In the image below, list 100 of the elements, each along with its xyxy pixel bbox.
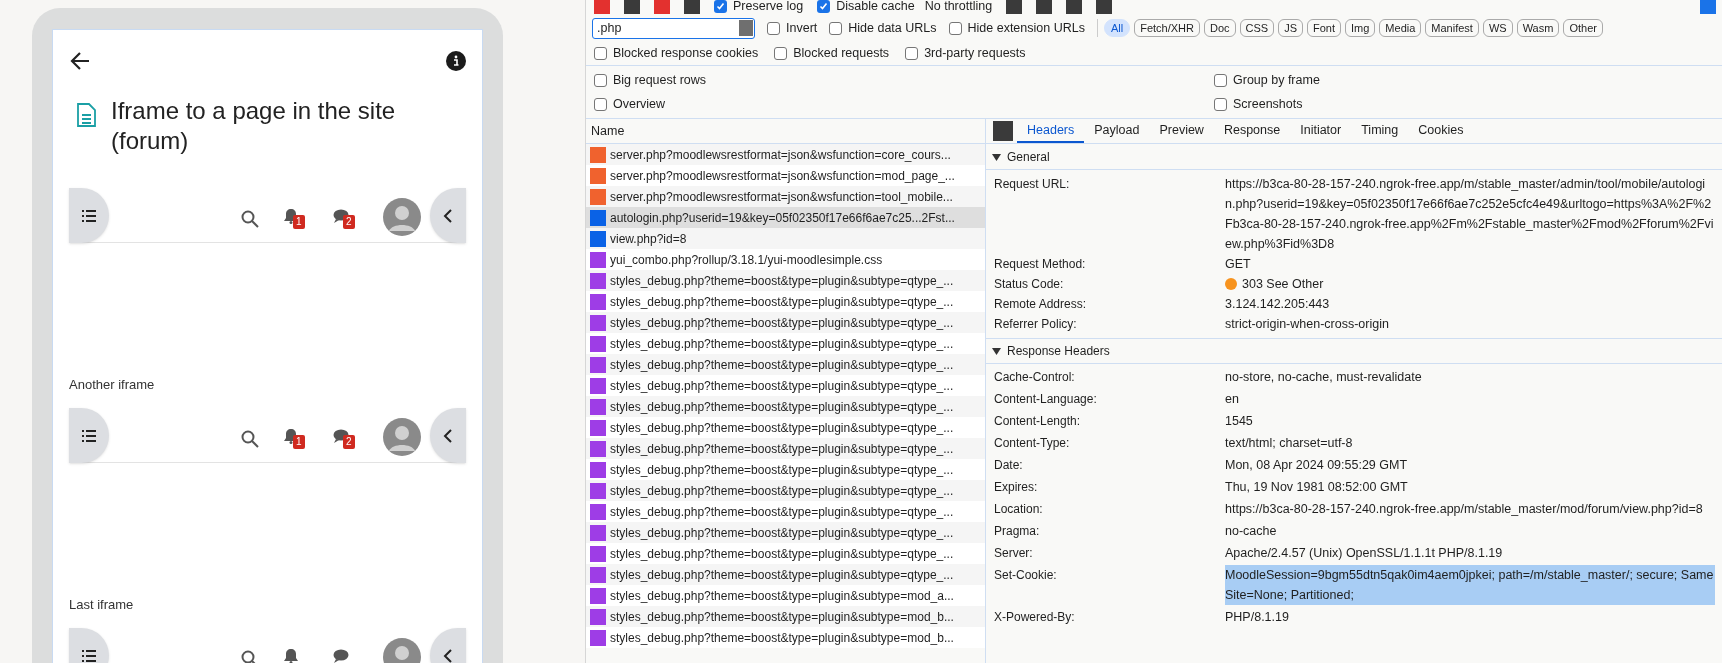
checkbox[interactable] xyxy=(948,21,962,35)
page-title: Iframe to a page in the site (forum) xyxy=(111,96,397,156)
type-filter-button[interactable]: CSS xyxy=(1239,19,1275,37)
checkbox-label: Hide data URLs xyxy=(848,19,937,37)
checkbox[interactable] xyxy=(829,21,843,35)
panel-tab[interactable]: Payload xyxy=(1084,119,1150,143)
type-filter-button[interactable]: Font xyxy=(1307,19,1341,37)
type-filter-button[interactable]: Other xyxy=(1563,19,1603,37)
section-header[interactable]: Response Headers xyxy=(986,338,1722,364)
request-row[interactable]: server.php?moodlewsrestformat=json&wsfunction=tool_mobile... xyxy=(586,186,985,207)
list-icon xyxy=(82,209,96,222)
avatar xyxy=(383,418,421,456)
notification-badge: 2 xyxy=(343,215,355,229)
request-row[interactable]: yui_combo.php?rollup/3.18.1/yui-moodlesimple.css xyxy=(586,249,985,270)
section-header[interactable]: General xyxy=(986,144,1722,170)
notification-badge: 2 xyxy=(343,435,355,449)
file-type-icon xyxy=(590,419,606,436)
chevron-left-icon xyxy=(443,648,453,663)
request-row[interactable]: styles_debug.php?theme=boost&type=plugin&subtype=qtype_... xyxy=(586,564,985,585)
panel-tab[interactable]: Cookies xyxy=(1408,119,1474,143)
header-value: MoodleSession=9bgm55dtn5qak0im4aem0jpkei; path=/m/stable_master/; secure; SameSite=None; Partitioned; xyxy=(1225,565,1715,605)
drawer-button[interactable] xyxy=(69,408,109,463)
request-row[interactable]: styles_debug.php?theme=boost&type=plugin&subtype=qtype_... xyxy=(586,522,985,543)
file-type-icon xyxy=(590,188,606,205)
header-value: en xyxy=(1225,391,1240,408)
header-value: 303 See Other xyxy=(1225,274,1715,294)
request-row[interactable]: server.php?moodlewsrestformat=json&wsfunction=mod_page_... xyxy=(586,165,985,186)
type-filter-button[interactable]: Wasm xyxy=(1516,19,1560,37)
file-type-icon xyxy=(590,503,606,520)
file-type-icon xyxy=(590,356,606,373)
checkbox[interactable] xyxy=(905,47,919,60)
request-row[interactable]: server.php?moodlewsrestformat=json&wsfunction=core_cours... xyxy=(586,144,985,165)
file-type-icon xyxy=(590,566,606,583)
drawer-button[interactable] xyxy=(69,188,109,243)
list-icon xyxy=(82,429,96,442)
request-row[interactable]: styles_debug.php?theme=boost&type=plugin&subtype=mod_a... xyxy=(586,585,985,606)
request-row[interactable]: styles_debug.php?theme=boost&type=plugin&subtype=qtype_... xyxy=(586,501,985,522)
request-row[interactable]: styles_debug.php?theme=boost&type=plugin&subtype=qtype_... xyxy=(586,354,985,375)
request-row[interactable]: styles_debug.php?theme=boost&type=plugin&subtype=mod_b... xyxy=(586,606,985,627)
request-row[interactable]: styles_debug.php?theme=boost&type=plugin&subtype=qtype_... xyxy=(586,480,985,501)
request-row[interactable]: autologin.php?userid=19&key=05f02350f17e66f6ae7c25...2Fst... xyxy=(586,207,985,228)
type-filter-button[interactable]: Fetch/XHR xyxy=(1134,19,1200,37)
request-row[interactable]: styles_debug.php?theme=boost&type=plugin&subtype=qtype_... xyxy=(586,312,985,333)
notification-badge: 1 xyxy=(293,215,305,229)
request-row[interactable]: styles_debug.php?theme=boost&type=plugin&subtype=qtype_... xyxy=(586,375,985,396)
request-row[interactable]: styles_debug.php?theme=boost&type=plugin&subtype=qtype_... xyxy=(586,396,985,417)
checkbox[interactable] xyxy=(714,0,727,13)
header-name: Remote Address: xyxy=(993,296,1088,313)
square-icon[interactable] xyxy=(1036,0,1053,14)
request-row[interactable]: styles_debug.php?theme=boost&type=plugin&subtype=qtype_... xyxy=(586,438,985,459)
iframe-label: Another iframe xyxy=(69,376,156,394)
checkbox[interactable] xyxy=(817,0,831,13)
checkbox[interactable] xyxy=(767,21,780,35)
panel-tab[interactable]: Response xyxy=(1213,119,1291,143)
type-filter-button[interactable]: Doc xyxy=(1203,19,1236,37)
request-row[interactable]: styles_debug.php?theme=boost&type=plugin&subtype=qtype_... xyxy=(586,459,985,480)
square-icon[interactable] xyxy=(1066,0,1083,14)
panel-tab[interactable]: Headers xyxy=(1017,119,1085,143)
header-value: text/html; charset=utf-8 xyxy=(1225,435,1354,452)
type-filter-button[interactable]: JS xyxy=(1278,19,1303,37)
type-filter-button[interactable]: Img xyxy=(1345,19,1376,37)
info-icon xyxy=(446,51,466,71)
panel-tab[interactable]: Preview xyxy=(1149,119,1214,143)
notification-badge: 1 xyxy=(293,435,305,449)
file-type-icon xyxy=(590,587,606,604)
checkbox[interactable] xyxy=(1214,73,1227,87)
request-row[interactable]: styles_debug.php?theme=boost&type=plugin&subtype=qtype_... xyxy=(586,291,985,312)
panel-tab[interactable]: Timing xyxy=(1351,119,1409,143)
request-row[interactable]: styles_debug.php?theme=boost&type=plugin&subtype=qtype_... xyxy=(586,543,985,564)
request-row[interactable]: styles_debug.php?theme=boost&type=plugin&subtype=qtype_... xyxy=(586,333,985,354)
file-type-icon xyxy=(590,377,606,394)
checkbox[interactable] xyxy=(594,97,607,111)
panel-tab[interactable]: Initiator xyxy=(1290,119,1352,143)
checkbox[interactable] xyxy=(594,73,607,87)
request-row[interactable]: styles_debug.php?theme=boost&type=plugin&subtype=qtype_... xyxy=(586,417,985,438)
checkbox[interactable] xyxy=(774,47,788,60)
type-filter-button[interactable]: Media xyxy=(1379,19,1422,37)
header-value: 1545 xyxy=(1225,413,1254,430)
checkbox-label: Screenshots xyxy=(1233,95,1303,113)
type-filter-button[interactable]: WS xyxy=(1482,19,1513,37)
header-name: Content-Language: xyxy=(993,391,1098,408)
iframe-label: Last iframe xyxy=(69,596,135,614)
file-type-icon xyxy=(590,314,606,331)
file-type-icon xyxy=(590,251,606,268)
request-row[interactable]: view.php?id=8 xyxy=(586,228,985,249)
checkbox[interactable] xyxy=(1214,97,1227,111)
square-icon[interactable] xyxy=(1096,0,1113,14)
checkbox-label: Disable cache xyxy=(836,0,915,13)
checkbox[interactable] xyxy=(594,47,607,60)
avatar xyxy=(383,198,421,236)
request-row[interactable]: styles_debug.php?theme=boost&type=plugin&subtype=mod_b... xyxy=(586,627,985,648)
header-name: Referrer Policy: xyxy=(993,316,1078,333)
filter-field[interactable]: .php xyxy=(592,17,755,39)
type-filter-button[interactable]: Manifest xyxy=(1425,19,1479,37)
file-type-icon xyxy=(590,398,606,415)
file-type-icon xyxy=(590,272,606,289)
header-value: no-cache xyxy=(1225,523,1278,540)
request-row[interactable]: styles_debug.php?theme=boost&type=plugin&subtype=qtype_... xyxy=(586,270,985,291)
square-icon[interactable] xyxy=(1006,0,1023,14)
type-filter-button[interactable]: All xyxy=(1103,19,1131,37)
